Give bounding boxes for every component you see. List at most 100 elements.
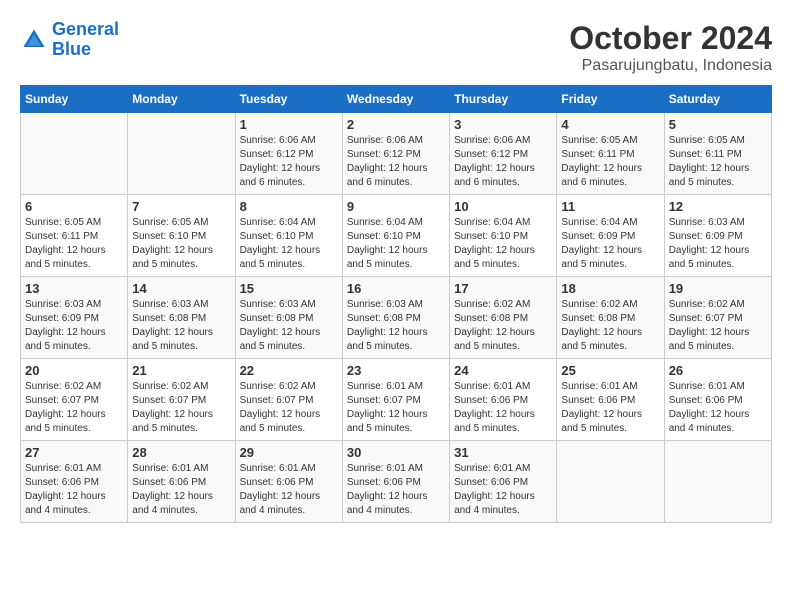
calendar-cell [557, 441, 664, 523]
day-number: 2 [347, 117, 445, 132]
day-number: 19 [669, 281, 767, 296]
calendar-cell: 27 Sunrise: 6:01 AM Sunset: 6:06 PM Dayli… [21, 441, 128, 523]
calendar-cell: 15Sunrise: 6:03 AM Sunset: 6:08 PM Dayli… [235, 277, 342, 359]
week-row-2: 6 Sunrise: 6:05 AM Sunset: 6:11 PM Daylig… [21, 195, 772, 277]
day-number: 11 [561, 199, 659, 214]
calendar-cell: 12Sunrise: 6:03 AM Sunset: 6:09 PM Dayli… [664, 195, 771, 277]
week-row-5: 27 Sunrise: 6:01 AM Sunset: 6:06 PM Dayli… [21, 441, 772, 523]
calendar-cell: 3 Sunrise: 6:06 AM Sunset: 6:12 PM Daylig… [450, 113, 557, 195]
day-info: Sunrise: 6:01 AM Sunset: 6:06 PM Dayligh… [454, 380, 552, 436]
day-info: Sunrise: 6:01 AM Sunset: 6:06 PM Dayligh… [132, 462, 230, 518]
calendar-cell: 24 Sunrise: 6:01 AM Sunset: 6:06 PM Dayli… [450, 359, 557, 441]
day-info: Sunrise: 6:03 AM Sunset: 6:09 PM Dayligh… [25, 298, 123, 354]
day-info: Sunrise: 6:02 AM Sunset: 6:07 PM Dayligh… [240, 380, 338, 436]
calendar-cell: 11 Sunrise: 6:04 AM Sunset: 6:09 PM Dayli… [557, 195, 664, 277]
day-number: 31 [454, 445, 552, 460]
day-info: Sunrise: 6:01 AM Sunset: 6:06 PM Dayligh… [454, 462, 552, 518]
day-number: 16 [347, 281, 445, 296]
calendar-cell: 31 Sunrise: 6:01 AM Sunset: 6:06 PM Dayli… [450, 441, 557, 523]
day-info: Sunrise: 6:06 AM Sunset: 6:12 PM Dayligh… [454, 134, 552, 190]
day-info: Sunrise: 6:04 AM Sunset: 6:10 PM Dayligh… [454, 216, 552, 272]
day-number: 9 [347, 199, 445, 214]
day-number: 10 [454, 199, 552, 214]
calendar-cell: 14 Sunrise: 6:03 AM Sunset: 6:08 PM Dayli… [128, 277, 235, 359]
week-row-4: 20 Sunrise: 6:02 AM Sunset: 6:07 PM Dayli… [21, 359, 772, 441]
day-info: Sunrise: 6:03 AM Sunset: 6:08 PM Dayligh… [132, 298, 230, 354]
page-header: General Blue October 2024 Pasarujungbatu… [20, 20, 772, 75]
calendar-cell: 8 Sunrise: 6:04 AM Sunset: 6:10 PM Daylig… [235, 195, 342, 277]
day-number: 28 [132, 445, 230, 460]
day-number: 5 [669, 117, 767, 132]
calendar-cell: 25Sunrise: 6:01 AM Sunset: 6:06 PM Dayli… [557, 359, 664, 441]
header-friday: Friday [557, 86, 664, 113]
day-number: 27 [25, 445, 123, 460]
logo-icon [20, 26, 48, 54]
day-info: Sunrise: 6:02 AM Sunset: 6:07 PM Dayligh… [669, 298, 767, 354]
calendar-cell: 17Sunrise: 6:02 AM Sunset: 6:08 PM Dayli… [450, 277, 557, 359]
week-row-3: 13 Sunrise: 6:03 AM Sunset: 6:09 PM Dayli… [21, 277, 772, 359]
header-thursday: Thursday [450, 86, 557, 113]
calendar-cell: 20Sunrise: 6:02 AM Sunset: 6:07 PM Dayli… [21, 359, 128, 441]
calendar-cell: 13 Sunrise: 6:03 AM Sunset: 6:09 PM Dayli… [21, 277, 128, 359]
calendar-table: SundayMondayTuesdayWednesdayThursdayFrid… [20, 85, 772, 523]
day-info: Sunrise: 6:06 AM Sunset: 6:12 PM Dayligh… [240, 134, 338, 190]
day-info: Sunrise: 6:01 AM Sunset: 6:06 PM Dayligh… [240, 462, 338, 518]
day-number: 7 [132, 199, 230, 214]
day-info: Sunrise: 6:04 AM Sunset: 6:09 PM Dayligh… [561, 216, 659, 272]
day-info: Sunrise: 6:04 AM Sunset: 6:10 PM Dayligh… [240, 216, 338, 272]
calendar-cell: 22 Sunrise: 6:02 AM Sunset: 6:07 PM Dayli… [235, 359, 342, 441]
day-info: Sunrise: 6:04 AM Sunset: 6:10 PM Dayligh… [347, 216, 445, 272]
day-number: 3 [454, 117, 552, 132]
calendar-cell: 19 Sunrise: 6:02 AM Sunset: 6:07 PM Dayli… [664, 277, 771, 359]
day-info: Sunrise: 6:02 AM Sunset: 6:08 PM Dayligh… [561, 298, 659, 354]
calendar-cell: 16 Sunrise: 6:03 AM Sunset: 6:08 PM Dayli… [342, 277, 449, 359]
day-info: Sunrise: 6:01 AM Sunset: 6:06 PM Dayligh… [669, 380, 767, 436]
day-info: Sunrise: 6:05 AM Sunset: 6:11 PM Dayligh… [25, 216, 123, 272]
calendar-cell: 30 Sunrise: 6:01 AM Sunset: 6:06 PM Dayli… [342, 441, 449, 523]
day-number: 24 [454, 363, 552, 378]
header-tuesday: Tuesday [235, 86, 342, 113]
week-row-1: 1 Sunrise: 6:06 AM Sunset: 6:12 PM Daylig… [21, 113, 772, 195]
logo: General Blue [20, 20, 119, 60]
day-info: Sunrise: 6:05 AM Sunset: 6:10 PM Dayligh… [132, 216, 230, 272]
day-info: Sunrise: 6:01 AM Sunset: 6:06 PM Dayligh… [25, 462, 123, 518]
title-block: October 2024 Pasarujungbatu, Indonesia [569, 20, 772, 75]
day-info: Sunrise: 6:01 AM Sunset: 6:06 PM Dayligh… [347, 462, 445, 518]
day-number: 6 [25, 199, 123, 214]
day-number: 4 [561, 117, 659, 132]
calendar-subtitle: Pasarujungbatu, Indonesia [569, 57, 772, 75]
calendar-cell: 6 Sunrise: 6:05 AM Sunset: 6:11 PM Daylig… [21, 195, 128, 277]
calendar-cell: 28 Sunrise: 6:01 AM Sunset: 6:06 PM Dayli… [128, 441, 235, 523]
day-number: 12 [669, 199, 767, 214]
day-number: 13 [25, 281, 123, 296]
calendar-cell: 5Sunrise: 6:05 AM Sunset: 6:11 PM Daylig… [664, 113, 771, 195]
calendar-cell [128, 113, 235, 195]
header-wednesday: Wednesday [342, 86, 449, 113]
day-number: 30 [347, 445, 445, 460]
calendar-cell: 21Sunrise: 6:02 AM Sunset: 6:07 PM Dayli… [128, 359, 235, 441]
calendar-title: October 2024 [569, 20, 772, 57]
day-info: Sunrise: 6:01 AM Sunset: 6:07 PM Dayligh… [347, 380, 445, 436]
day-number: 14 [132, 281, 230, 296]
day-number: 20 [25, 363, 123, 378]
day-number: 21 [132, 363, 230, 378]
day-info: Sunrise: 6:02 AM Sunset: 6:08 PM Dayligh… [454, 298, 552, 354]
day-number: 26 [669, 363, 767, 378]
day-info: Sunrise: 6:03 AM Sunset: 6:08 PM Dayligh… [347, 298, 445, 354]
day-number: 22 [240, 363, 338, 378]
day-number: 23 [347, 363, 445, 378]
day-number: 29 [240, 445, 338, 460]
day-number: 1 [240, 117, 338, 132]
day-info: Sunrise: 6:03 AM Sunset: 6:08 PM Dayligh… [240, 298, 338, 354]
calendar-cell: 23 Sunrise: 6:01 AM Sunset: 6:07 PM Dayli… [342, 359, 449, 441]
day-number: 18 [561, 281, 659, 296]
logo-text: General Blue [52, 20, 119, 60]
calendar-cell: 26 Sunrise: 6:01 AM Sunset: 6:06 PM Dayli… [664, 359, 771, 441]
day-info: Sunrise: 6:05 AM Sunset: 6:11 PM Dayligh… [561, 134, 659, 190]
calendar-cell: 4 Sunrise: 6:05 AM Sunset: 6:11 PM Daylig… [557, 113, 664, 195]
day-info: Sunrise: 6:01 AM Sunset: 6:06 PM Dayligh… [561, 380, 659, 436]
header-sunday: Sunday [21, 86, 128, 113]
calendar-cell: 9 Sunrise: 6:04 AM Sunset: 6:10 PM Daylig… [342, 195, 449, 277]
header-monday: Monday [128, 86, 235, 113]
day-number: 8 [240, 199, 338, 214]
